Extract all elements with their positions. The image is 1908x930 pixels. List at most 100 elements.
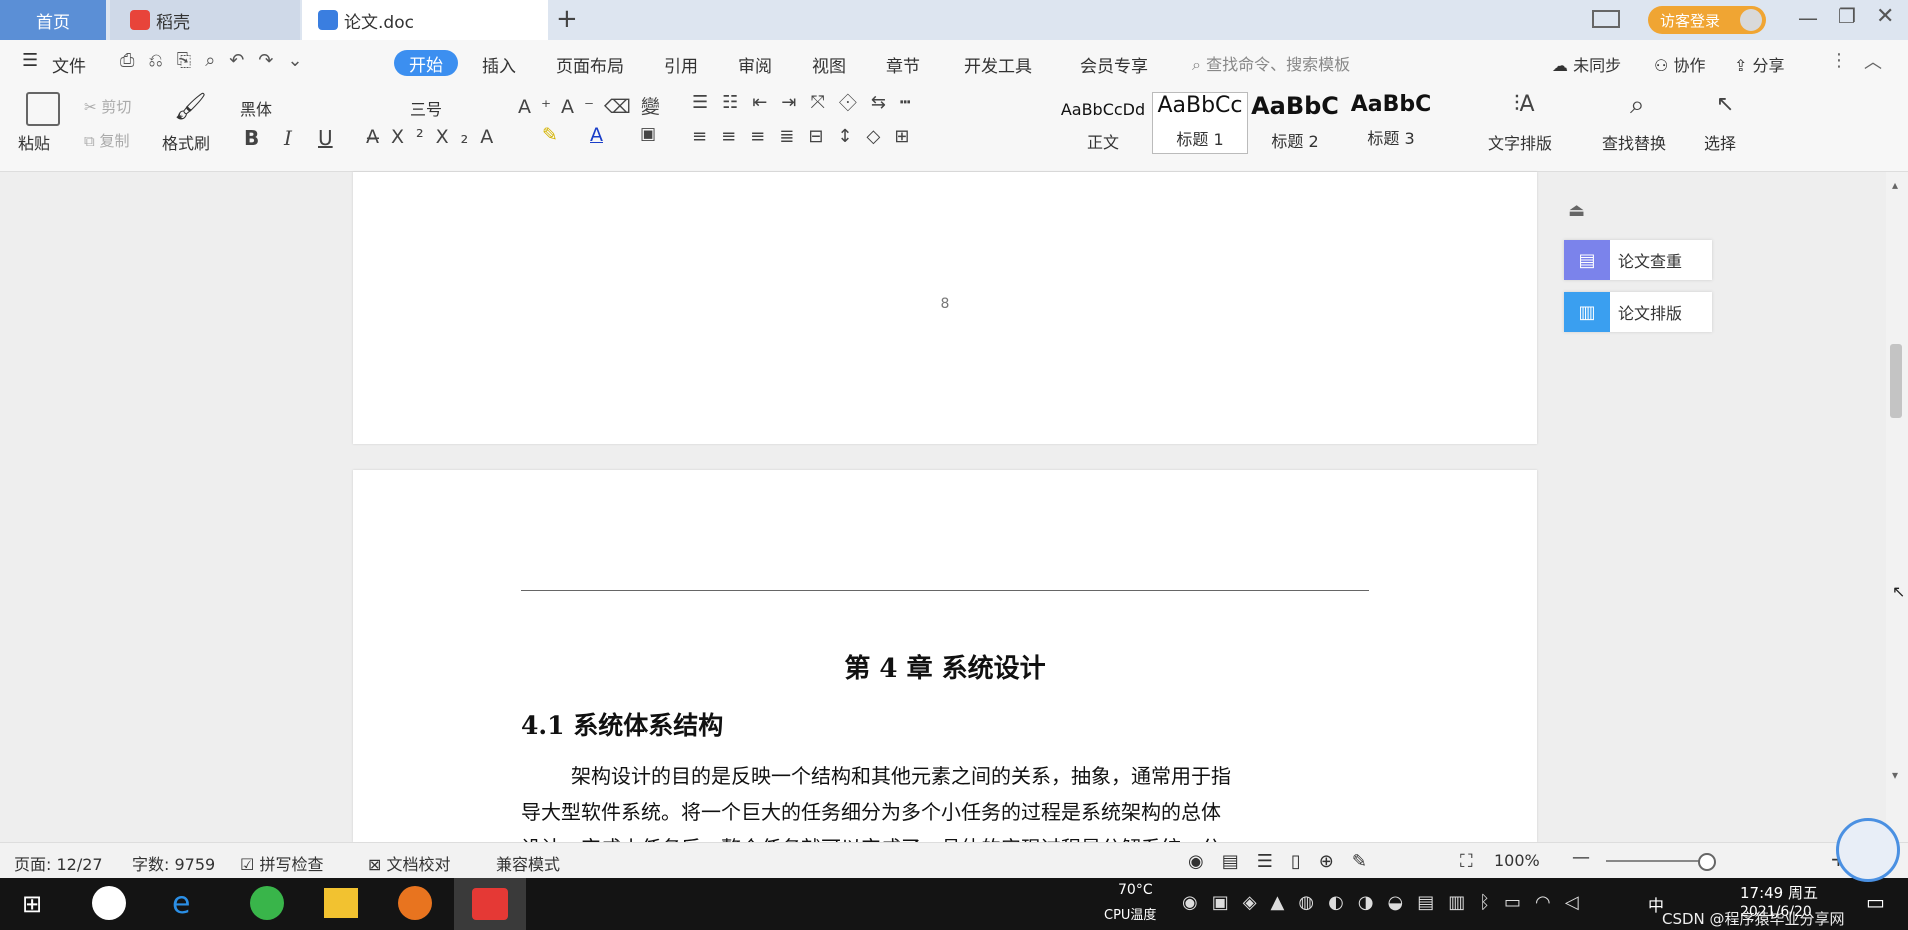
- format-painter-button[interactable]: 格式刷: [162, 130, 210, 154]
- page-indicator[interactable]: 页面: 12/27: [14, 851, 103, 875]
- font-name-select[interactable]: 黑体: [240, 96, 400, 120]
- paste-button[interactable]: 粘贴: [18, 130, 50, 154]
- style-normal[interactable]: AaBbCcDd 正文: [1056, 92, 1150, 152]
- close-button[interactable]: ✕: [1876, 4, 1894, 29]
- ie-browser-icon[interactable]: e: [172, 886, 190, 921]
- style-normal-label: 正文: [1086, 133, 1119, 152]
- highlight-icon[interactable]: ✎: [542, 124, 558, 146]
- body-paragraph[interactable]: 架构设计的目的是反映一个结构和其他元素之间的关系，抽象，通常用于指 导大型软件系…: [521, 758, 1369, 846]
- command-search[interactable]: ⌕ 查找命令、搜索模板: [1192, 51, 1350, 75]
- fullscreen-icon[interactable]: ⛶: [1460, 851, 1473, 872]
- style-heading-1-label: 标题 1: [1176, 130, 1224, 149]
- font-size-select[interactable]: 三号: [410, 96, 500, 120]
- clock-time[interactable]: 17:49 周五: [1740, 882, 1818, 903]
- scroll-thumb[interactable]: [1890, 344, 1902, 418]
- copy-icon: ⧉: [84, 132, 95, 150]
- window-layout-icon[interactable]: [1592, 10, 1620, 28]
- more-icon[interactable]: ⋮: [1830, 50, 1848, 71]
- tab-start[interactable]: 开始: [394, 50, 458, 76]
- align-icons[interactable]: ≡≡≡≣⊟↕◇⊞: [692, 126, 923, 147]
- quick-access-icons[interactable]: ⎙⎌⎘⌕↶↷⌄: [120, 50, 317, 71]
- italic-icon[interactable]: I: [284, 126, 292, 150]
- zoom-slider[interactable]: [1606, 860, 1706, 862]
- page-previous[interactable]: 8: [353, 172, 1537, 444]
- tab-developer[interactable]: 开发工具: [964, 52, 1032, 77]
- word-count[interactable]: 字数: 9759: [132, 851, 215, 875]
- collab-label: 协作: [1673, 56, 1706, 75]
- tab-member[interactable]: 会员专享: [1080, 52, 1148, 77]
- app-icon[interactable]: [398, 886, 432, 920]
- sync-button[interactable]: ☁ 未同步: [1552, 52, 1621, 76]
- char-border-icon[interactable]: ▣: [640, 124, 656, 144]
- cpu-label: CPU温度: [1104, 908, 1157, 923]
- panel-collapse-icon[interactable]: ⏏: [1568, 200, 1585, 221]
- search-placeholder: 查找命令、搜索模板: [1206, 55, 1351, 74]
- copy-label: 复制: [99, 132, 130, 150]
- page-current[interactable]: 第 4 章 系统设计 4.1 系统体系结构 架构设计的目的是反映一个结构和其他元…: [353, 470, 1537, 846]
- zoom-out-button[interactable]: —: [1572, 847, 1590, 868]
- bold-icon[interactable]: B: [244, 126, 259, 150]
- magnifier-icon: ⌕: [1630, 90, 1645, 120]
- taskbar: ⊞ e 70°C CPU温度 ◉▣◈▲◍◐◑◒▤▥ᛒ▭◠◁ 中 17:49 周五…: [0, 878, 1908, 930]
- text-effects-icons[interactable]: A̶X²X₂A: [366, 126, 505, 148]
- app-360-icon[interactable]: [92, 886, 126, 920]
- tray-icons[interactable]: ◉▣◈▲◍◐◑◒▤▥ᛒ▭◠◁: [1182, 892, 1593, 913]
- brush-icon[interactable]: 🖌: [174, 92, 207, 122]
- paper-check-button[interactable]: ▤ 论文查重: [1564, 240, 1712, 280]
- tab-insert[interactable]: 插入: [482, 52, 516, 77]
- tab-document-label: 论文.doc: [344, 12, 414, 33]
- clipboard-icon[interactable]: [26, 92, 60, 126]
- assistant-bubble[interactable]: [1836, 818, 1900, 882]
- proofread-button[interactable]: ⊠ 文档校对: [368, 851, 451, 875]
- select-button[interactable]: 选择: [1704, 130, 1736, 154]
- spell-check-button[interactable]: ☑ 拼写检查: [240, 851, 323, 875]
- style-heading-1-preview: AaBbCc: [1157, 93, 1243, 118]
- font-grow-shrink-icons[interactable]: A⁺A⁻⌫變: [518, 92, 670, 119]
- style-heading-2-label: 标题 2: [1271, 132, 1319, 151]
- windows-start-icon[interactable]: ⊞: [22, 890, 42, 918]
- scroll-up-icon[interactable]: ▴: [1892, 178, 1898, 192]
- share-button[interactable]: ⇪ 分享: [1734, 52, 1785, 76]
- tab-daoke[interactable]: 稻壳: [110, 0, 300, 40]
- vertical-scrollbar[interactable]: ▴ ▾: [1886, 172, 1908, 842]
- tab-page-layout[interactable]: 页面布局: [556, 52, 624, 77]
- zoom-slider-handle[interactable]: [1698, 853, 1716, 871]
- wps-taskbar-button[interactable]: [454, 878, 526, 930]
- avatar: [1740, 9, 1762, 31]
- scroll-down-icon[interactable]: ▾: [1892, 768, 1898, 782]
- collapse-ribbon-icon[interactable]: ︿: [1864, 48, 1882, 74]
- browser-360-icon[interactable]: [250, 886, 284, 920]
- zoom-level[interactable]: 100%: [1494, 851, 1540, 870]
- file-menu[interactable]: 文件: [52, 52, 86, 77]
- daoke-icon: [130, 10, 150, 30]
- underline-icon[interactable]: U: [318, 126, 333, 150]
- font-color-icon[interactable]: A: [590, 124, 603, 146]
- paper-layout-button[interactable]: ▥ 论文排版: [1564, 292, 1712, 332]
- view-mode-icons[interactable]: ◉▤☰▯⊕✎: [1188, 851, 1385, 872]
- style-heading-2-preview: AaBbC: [1251, 92, 1339, 120]
- minimize-button[interactable]: —: [1798, 6, 1818, 30]
- style-heading-2[interactable]: AaBbC 标题 2: [1248, 92, 1342, 152]
- menu-icon[interactable]: ☰: [22, 50, 38, 71]
- find-replace-button[interactable]: 查找替换: [1602, 130, 1666, 154]
- tab-references[interactable]: 引用: [664, 52, 698, 77]
- style-heading-3[interactable]: AaBbC 标题 3: [1344, 92, 1438, 152]
- tab-view[interactable]: 视图: [812, 52, 846, 77]
- file-explorer-icon[interactable]: [324, 888, 358, 918]
- new-tab-button[interactable]: +: [556, 4, 578, 34]
- text-layout-button[interactable]: 文字排版: [1488, 130, 1552, 154]
- restore-button[interactable]: ❐: [1838, 4, 1856, 28]
- cut-button[interactable]: ✂ 剪切: [84, 96, 131, 117]
- notification-icon[interactable]: ▭: [1866, 890, 1885, 914]
- tab-review[interactable]: 审阅: [738, 52, 772, 77]
- login-label: 访客登录: [1660, 11, 1721, 30]
- cursor-icon: ↖: [1716, 92, 1735, 117]
- tab-home[interactable]: 首页: [0, 0, 106, 40]
- copy-button[interactable]: ⧉ 复制: [84, 130, 130, 151]
- style-heading-1[interactable]: AaBbCc 标题 1: [1152, 92, 1248, 154]
- tab-document[interactable]: 论文.doc: [302, 0, 548, 40]
- tab-chapter[interactable]: 章节: [886, 52, 920, 77]
- login-button[interactable]: 访客登录: [1648, 6, 1766, 34]
- collab-button[interactable]: ⚇ 协作: [1654, 52, 1705, 76]
- list-indent-icons[interactable]: ☰☷⇤⇥⤧⟐⇆┅: [692, 92, 925, 113]
